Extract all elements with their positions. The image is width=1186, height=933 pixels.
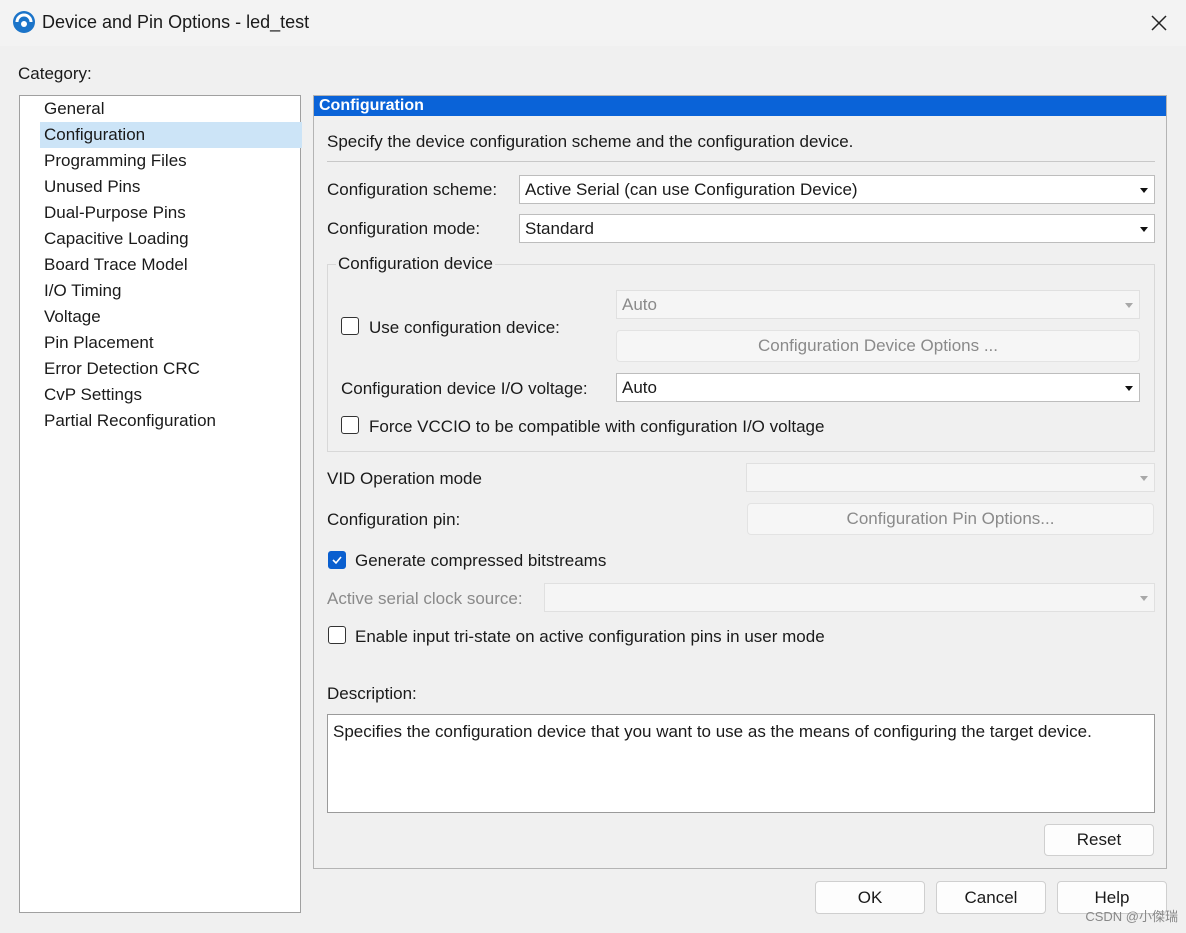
chevron-down-icon <box>1125 303 1133 308</box>
use-device-label: Use configuration device: <box>369 318 560 337</box>
close-icon <box>1151 15 1167 31</box>
pin-label: Configuration pin: <box>327 510 461 529</box>
vid-label: VID Operation mode <box>327 469 482 488</box>
chevron-down-icon <box>1140 596 1148 601</box>
watermark: CSDN @小傑瑞 <box>1085 909 1178 924</box>
panel-intro: Specify the device configuration scheme … <box>327 132 854 151</box>
chevron-down-icon <box>1125 386 1133 391</box>
category-item[interactable]: Partial Reconfiguration <box>40 408 302 434</box>
compressed-label: Generate compressed bitstreams <box>355 551 607 570</box>
category-label: Category: <box>18 64 92 83</box>
io-voltage-label: Configuration device I/O voltage: <box>341 379 588 398</box>
ok-button[interactable]: OK <box>815 881 925 914</box>
category-item[interactable]: General <box>40 96 302 122</box>
close-button[interactable] <box>1132 0 1186 46</box>
checkmark-icon <box>332 556 342 565</box>
io-voltage-select[interactable]: Auto <box>616 373 1140 402</box>
device-options-button[interactable]: Configuration Device Options ... <box>616 330 1140 362</box>
compressed-checkbox[interactable] <box>328 551 346 569</box>
clock-label: Active serial clock source: <box>327 589 523 608</box>
vid-select[interactable] <box>746 463 1155 492</box>
chevron-down-icon <box>1140 227 1148 232</box>
category-item[interactable]: Programming Files <box>40 148 302 174</box>
use-device-checkbox[interactable] <box>341 317 359 335</box>
app-icon <box>13 11 35 33</box>
scheme-select[interactable]: Active Serial (can use Configuration Dev… <box>519 175 1155 204</box>
category-item[interactable]: Capacitive Loading <box>40 226 302 252</box>
mode-select[interactable]: Standard <box>519 214 1155 243</box>
description-label: Description: <box>327 684 417 703</box>
category-item[interactable]: Error Detection CRC <box>40 356 302 382</box>
window-title: Device and Pin Options - led_test <box>42 12 310 32</box>
chevron-down-icon <box>1140 188 1148 193</box>
force-vccio-label: Force VCCIO to be compatible with config… <box>369 417 825 436</box>
clock-select[interactable] <box>544 583 1155 612</box>
force-vccio-checkbox[interactable] <box>341 416 359 434</box>
panel-header: Configuration <box>314 96 1166 116</box>
category-item[interactable]: Voltage <box>40 304 302 330</box>
category-item[interactable]: Dual-Purpose Pins <box>40 200 302 226</box>
io-voltage-select-value: Auto <box>622 378 657 397</box>
mode-select-value: Standard <box>525 219 594 238</box>
description-box: Specifies the configuration device that … <box>327 714 1155 813</box>
category-item[interactable]: I/O Timing <box>40 278 302 304</box>
group-title: Configuration device <box>336 254 495 274</box>
device-select[interactable]: Auto <box>616 290 1140 319</box>
category-item[interactable]: Configuration <box>40 122 302 148</box>
scheme-label: Configuration scheme: <box>327 180 498 199</box>
title-bar: Device and Pin Options - led_test <box>0 0 1186 46</box>
tristate-label: Enable input tri-state on active configu… <box>355 627 825 646</box>
reset-button[interactable]: Reset <box>1044 824 1154 856</box>
configuration-panel: Configuration Specify the device configu… <box>313 95 1167 869</box>
mode-label: Configuration mode: <box>327 219 481 238</box>
category-item[interactable]: CvP Settings <box>40 382 302 408</box>
cancel-button[interactable]: Cancel <box>936 881 1046 914</box>
device-select-value: Auto <box>622 295 657 314</box>
divider <box>327 161 1155 162</box>
category-item[interactable]: Unused Pins <box>40 174 302 200</box>
scheme-select-value: Active Serial (can use Configuration Dev… <box>525 180 858 199</box>
chevron-down-icon <box>1140 476 1148 481</box>
category-item[interactable]: Board Trace Model <box>40 252 302 278</box>
pin-options-button[interactable]: Configuration Pin Options... <box>747 503 1154 535</box>
category-item[interactable]: Pin Placement <box>40 330 302 356</box>
tristate-checkbox[interactable] <box>328 626 346 644</box>
